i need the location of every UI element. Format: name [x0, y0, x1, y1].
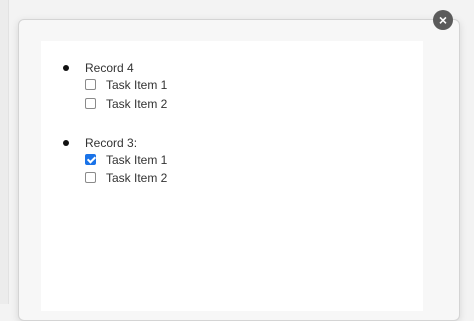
- task-checkbox[interactable]: [85, 172, 96, 183]
- background-panel-edge: [0, 0, 9, 304]
- bullet-icon: [63, 140, 69, 146]
- task-checkbox[interactable]: [85, 98, 96, 109]
- close-icon: ×: [438, 12, 448, 28]
- task-label: Task Item 2: [106, 171, 168, 185]
- modal-content: Record 4 Task Item 1 Task Item 2 Record …: [41, 41, 423, 311]
- record-title: Record 4: [85, 61, 134, 75]
- bullet-icon: [63, 65, 69, 71]
- close-button[interactable]: ×: [433, 10, 453, 30]
- task-label: Task Item 2: [106, 97, 168, 111]
- task-label: Task Item 1: [106, 78, 168, 92]
- record-title: Record 3:: [85, 136, 138, 150]
- task-checkbox[interactable]: [85, 154, 96, 165]
- task-label: Task Item 1: [106, 153, 168, 167]
- task-checkbox[interactable]: [85, 79, 96, 90]
